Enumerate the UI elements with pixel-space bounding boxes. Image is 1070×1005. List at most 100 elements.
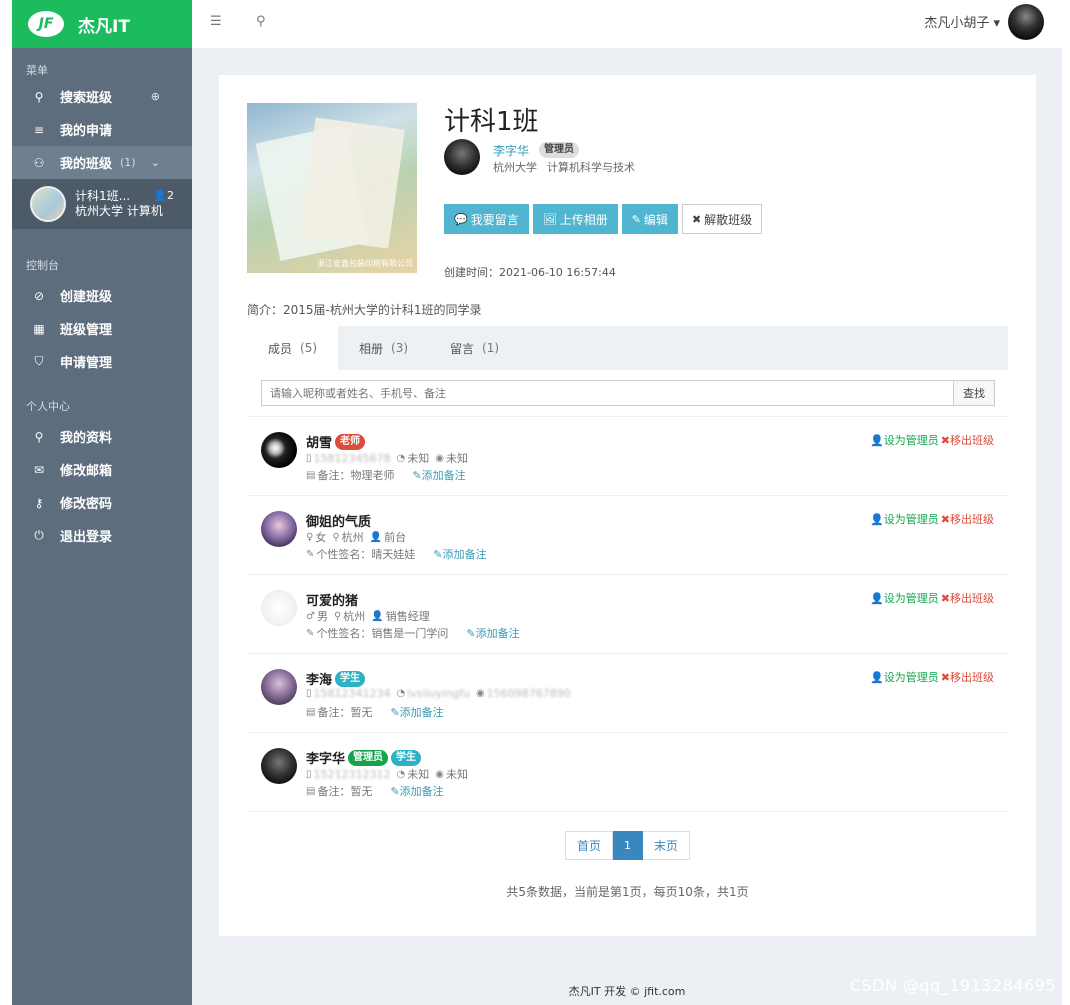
sidebar-item-0-items_console[interactable]: ⊘ 创建班级 [12,279,192,312]
remove-member-link[interactable]: ✖移出班级 [941,432,994,448]
remove-member-link[interactable]: ✖移出班级 [941,669,994,685]
member-avatar[interactable] [261,511,297,547]
remove-member-link[interactable]: ✖移出班级 [941,590,994,606]
sidebar-item-label: 搜索班级 [60,91,113,106]
member-note-text: 备注：物理老师 [317,469,395,482]
info-icon: ◉ [435,768,444,780]
tab-messages[interactable]: 留言 (1) [429,326,520,370]
add-note-link[interactable]: ✎添加备注 [412,467,465,483]
sidebar-item-count: (1) [120,156,136,169]
comment-icon: 💬 [454,212,468,226]
remove-member-link[interactable]: ✖移出班级 [941,511,994,527]
sidebar-item-2-items_menu[interactable]: ⚇ 我的班级 (1) ⌄ [12,146,192,179]
tab-label: 相册 [359,341,384,356]
key-icon: ⚷ [34,495,44,510]
dismiss-class-button[interactable]: ✖ 解散班级 [681,204,763,234]
set-admin-link[interactable]: 👤设为管理员 [870,511,939,527]
tab-album[interactable]: 相册 (3) [338,326,429,370]
add-circle-icon[interactable]: ⊕ [151,90,160,103]
class-intro: 简介：2015届-杭州大学的计科1班的同学录 [247,303,482,317]
tab-label: 成员 [268,341,293,356]
note-icon: ▤ [306,785,316,797]
menu-toggle-icon[interactable]: ☰ [210,14,222,29]
member-name: 胡雪 老师 [306,432,366,451]
role-badge: 老师 [335,433,366,450]
sidebar-item-1-items_console[interactable]: ▦ 班级管理 [12,312,192,345]
page-first[interactable]: 首页 [565,831,614,860]
sidebar: JF 杰凡IT 菜单 ⚲ 搜索班级 ⊕ ≡ 我的申请 ⚇ 我的班级 (1) ⌄ 计科1班... … [12,0,192,1005]
class-tabs: 成员 (5) 相册 (3) 留言 (1) [247,326,1008,370]
list-icon: ≡ [33,122,45,137]
leave-message-button[interactable]: 💬 我要留言 [444,204,529,234]
class-detail-card: 浙江宏鑫包装印刷有限公司 计科1班 李字华 管理员 杭州大学 计算机科学与技术 💬… [219,75,1036,936]
member-avatar[interactable] [261,669,297,705]
member-info-value: 前台 [384,531,407,544]
sidebar-item-3-items_personal[interactable]: ⏻ 退出登录 [12,519,192,552]
note-icon: ✎ [306,627,315,639]
member-note: ✎ 个性签名：销售是一门学问 ✎添加备注 [306,625,520,641]
logo[interactable]: JF 杰凡IT [12,0,192,48]
sidebar-item-2-items_console[interactable]: ⛉ 申请管理 [12,345,192,378]
member-avatar[interactable] [261,432,297,468]
info-icon: ◔ [396,688,406,699]
member-avatar[interactable] [261,590,297,626]
sidebar-item-label: 班级管理 [60,323,113,338]
owner-name-link[interactable]: 李字华 [493,142,529,159]
add-note-link[interactable]: ✎添加备注 [390,783,443,799]
search-button[interactable]: 查找 [954,380,995,406]
user-avatar[interactable] [1008,4,1044,40]
personal-section-title: 个人中心 [26,400,70,413]
member-search-input[interactable] [261,380,954,406]
member-note-text: 备注：暂无 [317,706,373,719]
add-note-link[interactable]: ✎添加备注 [433,546,486,562]
member-actions: 👤设为管理员 ✖移出班级 [870,432,994,448]
member-search: 查找 [261,380,995,406]
sidebar-item-label: 我的申请 [60,124,113,139]
member-avatar[interactable] [261,748,297,784]
add-note-link[interactable]: ✎添加备注 [466,625,519,641]
class-cover-image: 浙江宏鑫包装印刷有限公司 [247,103,417,273]
owner-avatar [444,139,480,175]
member-note: ▤ 备注：物理老师 ✎添加备注 [306,467,466,483]
info-icon: 👤 [371,610,384,622]
edit-class-button[interactable]: ✎ 编辑 [621,204,678,234]
tab-count: (1) [482,341,500,355]
sidebar-item-2-items_personal[interactable]: ⚷ 修改密码 [12,486,192,519]
sidebar-item-0-items_menu[interactable]: ⚲ 搜索班级 ⊕ [12,80,192,113]
tab-count: (5) [300,341,318,355]
page-last[interactable]: 末页 [643,831,691,860]
search-icon[interactable]: ⚲ [256,14,266,29]
note-icon: ✎ [306,548,315,560]
page-current[interactable]: 1 [613,831,644,860]
member-count-badge: 👤2 [153,189,174,202]
button-label: 我要留言 [470,212,519,227]
add-note-link[interactable]: ✎添加备注 [390,704,443,720]
member-info-value: 15812341234 [313,687,391,700]
tab-members[interactable]: 成员 (5) [247,326,339,370]
sidebar-my-class-entry[interactable]: 计科1班... 杭州大学 计算机 👤2 [12,179,192,229]
member-name: 御姐的气质 [306,515,372,530]
member-info-value: 杭州 [343,610,366,623]
member-name: 可爱的猪 [306,594,359,609]
set-admin-link[interactable]: 👤设为管理员 [870,590,939,606]
member-note-text: 个性签名：晴天娃娃 [316,548,416,561]
sidebar-item-1-items_personal[interactable]: ✉ 修改邮箱 [12,453,192,486]
upload-album-button[interactable]: 🖼 上传相册 [532,204,618,234]
user-menu[interactable]: 杰凡小胡子 ▾ [924,12,1000,31]
user-icon: ⚲ [34,429,44,444]
sidebar-item-0-items_personal[interactable]: ⚲ 我的资料 [12,420,192,453]
info-icon: ▯ [306,688,312,699]
sidebar-item-1-items_menu[interactable]: ≡ 我的申请 [12,113,192,146]
info-icon: ⚲ [332,531,340,543]
info-icon: ♂ [306,610,315,622]
info-icon: 👤 [369,531,383,543]
member-row: 李海 学生 ▯ 15812341234 ◔ lvsiluyingfu ◉ 1560987678… [247,654,1008,733]
member-note: ▤ 备注：暂无 ✎添加备注 [306,783,444,799]
button-label: 解散班级 [704,212,753,227]
set-admin-link[interactable]: 👤设为管理员 [870,669,939,685]
set-admin-link[interactable]: 👤设为管理员 [870,432,939,448]
member-info-value: lvsiluyingfu [407,687,470,700]
chevron-down-icon[interactable]: ⌄ [151,156,160,169]
member-info-value: 杭州 [341,531,364,544]
class-title: 计科1班 [444,107,539,137]
